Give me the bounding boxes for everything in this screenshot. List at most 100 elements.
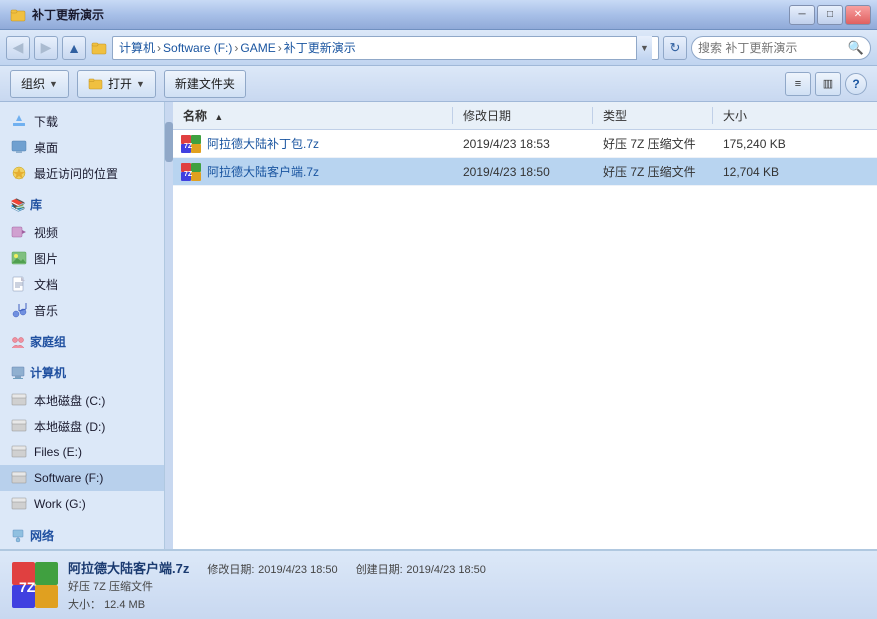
- sidebar-item-document[interactable]: 文档: [0, 271, 164, 297]
- search-input[interactable]: [698, 41, 844, 55]
- open-button[interactable]: 打开 ▼: [77, 70, 156, 98]
- address-bar[interactable]: 计算机 › Software (F:) › GAME › 补丁更新演示 ▼: [112, 36, 659, 60]
- sidebar-container: 下载 桌面 最近访问的位置 📚 库: [0, 102, 173, 549]
- video-icon: [10, 223, 28, 241]
- status-file-icon: 7Z: [12, 562, 58, 608]
- toolbar-right: ≡ ▥ ?: [785, 72, 867, 96]
- header-date[interactable]: 修改日期: [453, 107, 593, 124]
- close-button[interactable]: ✕: [845, 5, 871, 25]
- toolbar: 组织 ▼ 打开 ▼ 新建文件夹 ≡ ▥ ?: [0, 66, 877, 102]
- header-size[interactable]: 大小: [713, 107, 757, 124]
- desktop-icon: [10, 138, 28, 156]
- file-row-1[interactable]: 7Z 阿拉德大陆补丁包.7z 2019/4/23 18:53 好压 7Z 压缩文…: [173, 130, 877, 158]
- view-button[interactable]: ≡: [785, 72, 811, 96]
- sidebar-section-computer: 计算机: [0, 360, 164, 385]
- status-filetype: 好压 7Z 压缩文件: [68, 578, 865, 594]
- sidebar-scrollbar-thumb[interactable]: [165, 122, 173, 162]
- sidebar-label-video: 视频: [34, 224, 58, 241]
- help-button[interactable]: ?: [845, 73, 867, 95]
- minimize-button[interactable]: ─: [789, 5, 815, 25]
- svg-text:7Z: 7Z: [184, 143, 193, 150]
- recent-icon: [10, 164, 28, 182]
- sidebar-label-drive-c: 本地磁盘 (C:): [34, 392, 105, 409]
- file-area-empty[interactable]: [173, 186, 877, 549]
- sidebar-section-network: 网络: [0, 523, 164, 548]
- music-icon: [10, 301, 28, 319]
- window-icon: [10, 7, 26, 23]
- refresh-button[interactable]: ↻: [663, 36, 687, 60]
- sidebar-label-picture: 图片: [34, 250, 58, 267]
- open-label: 打开: [108, 75, 132, 92]
- file-size-2: 12,704 KB: [713, 165, 789, 179]
- sidebar-item-drive-g[interactable]: Work (G:): [0, 491, 164, 517]
- file-icon-2: 7Z: [181, 163, 201, 181]
- file-type-2: 好压 7Z 压缩文件: [593, 163, 713, 180]
- header-type[interactable]: 类型: [593, 107, 713, 124]
- main-content: 下载 桌面 最近访问的位置 📚 库: [0, 102, 877, 549]
- address-dropdown[interactable]: ▼: [636, 36, 652, 60]
- file-icon-1: 7Z: [181, 135, 201, 153]
- library-icon: 📚: [10, 197, 26, 213]
- drive-c-icon: [10, 391, 28, 409]
- svg-text:7Z: 7Z: [184, 171, 193, 178]
- sidebar-label-desktop: 桌面: [34, 139, 58, 156]
- sidebar-item-drive-e[interactable]: Files (E:): [0, 439, 164, 465]
- sidebar-section-homegroup: 家庭组: [0, 329, 164, 354]
- sidebar-item-desktop[interactable]: 桌面: [0, 134, 164, 160]
- homegroup-icon: [10, 334, 26, 350]
- sidebar-item-recent[interactable]: 最近访问的位置: [0, 160, 164, 186]
- address-folder-icon: [90, 39, 108, 57]
- picture-icon: [10, 249, 28, 267]
- sidebar-label-drive-d: 本地磁盘 (D:): [34, 418, 105, 435]
- maximize-button[interactable]: □: [817, 5, 843, 25]
- file-cell-name-2: 7Z 阿拉德大陆客户端.7z: [173, 163, 453, 181]
- window-title: 补丁更新演示: [32, 6, 104, 23]
- header-name[interactable]: 名称 ▲: [173, 107, 453, 124]
- sidebar-item-download[interactable]: 下载: [0, 108, 164, 134]
- breadcrumb-patch[interactable]: 补丁更新演示: [284, 39, 356, 56]
- sidebar-label-drive-g: Work (G:): [34, 497, 86, 511]
- sidebar-label-download: 下载: [34, 113, 58, 130]
- search-icon[interactable]: 🔍: [848, 39, 864, 57]
- forward-button[interactable]: ▶: [34, 36, 58, 60]
- computer-icon: [10, 365, 26, 381]
- sidebar-scrollbar[interactable]: [165, 102, 173, 549]
- file-area: 名称 ▲ 修改日期 类型 大小 7Z: [173, 102, 877, 549]
- file-row-2[interactable]: 7Z 阿拉德大陆客户端.7z 2019/4/23 18:50 好压 7Z 压缩文…: [173, 158, 877, 186]
- file-name-1: 阿拉德大陆补丁包.7z: [207, 135, 319, 152]
- organize-arrow: ▼: [49, 79, 58, 89]
- sidebar-section-library: 📚 库: [0, 192, 164, 217]
- up-button[interactable]: ▲: [62, 36, 86, 60]
- sidebar-item-drive-d[interactable]: 本地磁盘 (D:): [0, 413, 164, 439]
- status-text: 阿拉德大陆客户端.7z 修改日期: 2019/4/23 18:50 创建日期: …: [68, 558, 865, 612]
- file-cell-name-1: 7Z 阿拉德大陆补丁包.7z: [173, 135, 453, 153]
- breadcrumb-computer[interactable]: 计算机: [119, 39, 155, 56]
- sort-arrow: ▲: [214, 112, 223, 122]
- sidebar-label-document: 文档: [34, 276, 58, 293]
- file-type-1: 好压 7Z 压缩文件: [593, 135, 713, 152]
- breadcrumb: 计算机 › Software (F:) › GAME › 补丁更新演示: [119, 39, 632, 56]
- sidebar-item-drive-c[interactable]: 本地磁盘 (C:): [0, 387, 164, 413]
- svg-text:7Z: 7Z: [19, 579, 36, 595]
- sidebar-item-music[interactable]: 音乐: [0, 297, 164, 323]
- drive-d-icon: [10, 417, 28, 435]
- sidebar: 下载 桌面 最近访问的位置 📚 库: [0, 102, 165, 549]
- sidebar-label-recent: 最近访问的位置: [34, 165, 118, 182]
- file-name-2: 阿拉德大陆客户端.7z: [207, 163, 319, 180]
- back-button[interactable]: ◀: [6, 36, 30, 60]
- sidebar-item-picture[interactable]: 图片: [0, 245, 164, 271]
- breadcrumb-game[interactable]: GAME: [240, 41, 275, 55]
- new-folder-label: 新建文件夹: [175, 75, 235, 92]
- organize-button[interactable]: 组织 ▼: [10, 70, 69, 98]
- document-icon: [10, 275, 28, 293]
- file-date-1: 2019/4/23 18:53: [453, 137, 593, 151]
- new-folder-button[interactable]: 新建文件夹: [164, 70, 246, 98]
- drive-g-icon: [10, 495, 28, 513]
- search-bar[interactable]: 🔍: [691, 36, 871, 60]
- sidebar-item-drive-f[interactable]: Software (F:): [0, 465, 164, 491]
- breadcrumb-software[interactable]: Software (F:): [163, 41, 232, 55]
- title-controls: ─ □ ✕: [789, 5, 871, 25]
- sidebar-item-video[interactable]: 视频: [0, 219, 164, 245]
- status-size: 大小： 12.4 MB: [68, 596, 865, 612]
- pane-button[interactable]: ▥: [815, 72, 841, 96]
